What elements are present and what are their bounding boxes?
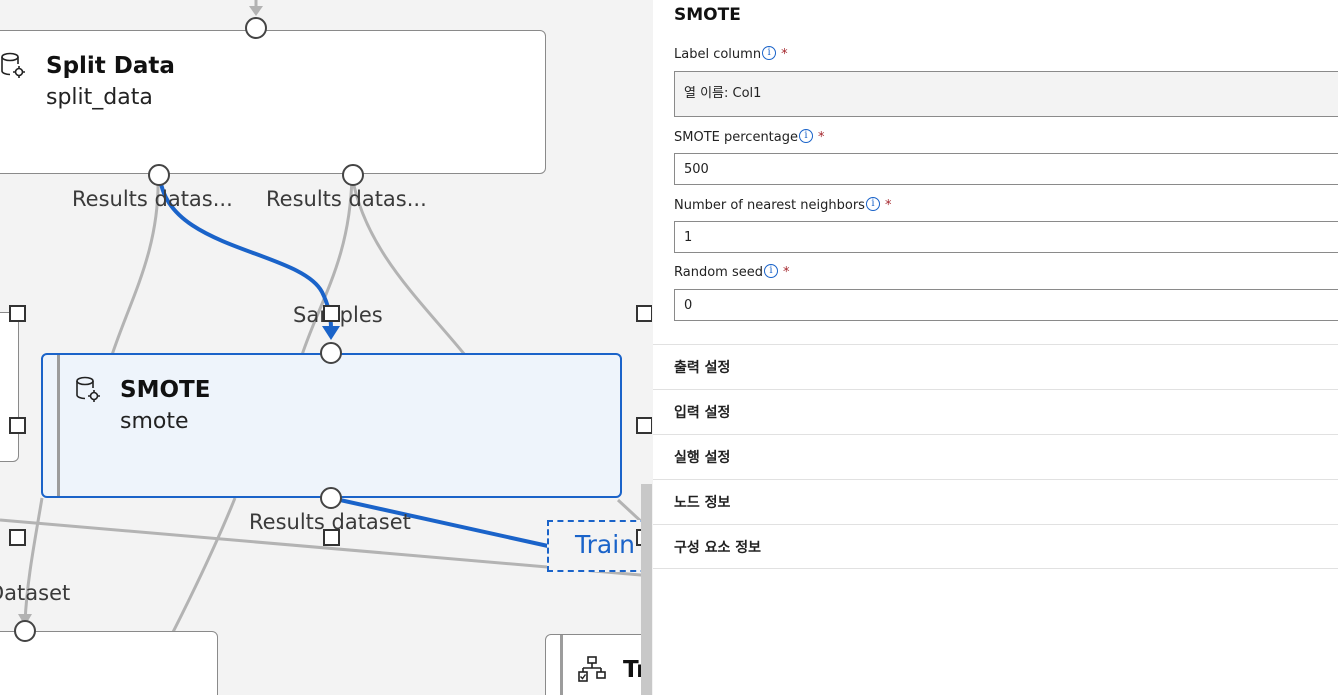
required-marker: * <box>781 47 788 62</box>
info-icon[interactable]: i <box>762 46 777 60</box>
required-marker: * <box>884 198 892 213</box>
required-marker: * <box>782 265 790 280</box>
output-port-1[interactable] <box>148 164 170 186</box>
smote-percentage-input[interactable] <box>674 153 1338 185</box>
field-label-text: Number of nearest neighbors <box>674 198 865 213</box>
node-title: Split Data <box>46 53 175 79</box>
port-handle[interactable] <box>323 305 340 322</box>
partial-node-bottom[interactable] <box>0 631 218 695</box>
output-port[interactable] <box>320 487 342 509</box>
smote-node[interactable]: SMOTE smote <box>41 353 622 498</box>
panel-title: SMOTE <box>674 5 741 25</box>
wire-arrow <box>249 6 263 16</box>
pipeline-canvas[interactable]: Split Data split_data Results datas... R… <box>0 0 652 695</box>
section-output-settings[interactable]: 출력 설정 <box>653 344 1338 389</box>
port-handle[interactable] <box>323 529 340 546</box>
port-handle[interactable] <box>9 305 26 322</box>
field-value: 열 이름: Col1 <box>684 86 762 101</box>
vertical-scrollbar[interactable] <box>641 484 652 695</box>
section-run-settings[interactable]: 실행 설정 <box>653 434 1338 479</box>
port-handle[interactable] <box>9 417 26 434</box>
field-label-text: SMOTE percentage <box>674 130 798 145</box>
selected-wire-arrow <box>322 326 340 340</box>
field-label-text: Random seed <box>674 265 763 280</box>
split-data-node[interactable]: Split Data split_data <box>0 30 546 174</box>
section-label: 실행 설정 <box>674 450 731 466</box>
section-label: 출력 설정 <box>674 360 731 376</box>
random-seed-input[interactable] <box>674 289 1338 321</box>
info-icon[interactable]: i <box>865 197 880 211</box>
random-seed-label: Random seed i * <box>674 264 789 280</box>
nearest-neighbors-label: Number of nearest neighbors i * <box>674 197 891 213</box>
section-input-settings[interactable]: 입력 설정 <box>653 389 1338 434</box>
input-port[interactable] <box>14 620 36 642</box>
label-column-field[interactable]: 열 이름: Col1 <box>674 71 1338 117</box>
input-port[interactable] <box>320 342 342 364</box>
section-label: 구성 요소 정보 <box>674 540 762 556</box>
node-title: SMOTE <box>120 377 211 403</box>
node-bar <box>57 355 60 496</box>
info-icon[interactable]: i <box>799 129 813 143</box>
node-name: split_data <box>46 85 153 110</box>
smote-percentage-label: SMOTE percentage i * <box>674 129 825 145</box>
node-name: smote <box>120 409 189 434</box>
required-marker: * <box>818 130 825 145</box>
database-gear-icon <box>1 52 25 78</box>
section-node-info[interactable]: 노드 정보 <box>653 479 1338 524</box>
hierarchy-icon <box>578 656 606 682</box>
port-handle[interactable] <box>636 417 652 434</box>
properties-panel: SMOTE Label column i * 열 이름: Col1 SMOTE pe… <box>653 0 1338 695</box>
port-label: Dataset <box>0 581 71 605</box>
port-label: Results datas... <box>266 187 427 211</box>
database-gear-icon <box>76 376 100 402</box>
label-column-label: Label column i * <box>674 46 788 62</box>
info-icon[interactable]: i <box>763 264 778 278</box>
nearest-neighbors-input[interactable] <box>674 221 1338 253</box>
field-label-text: Label column <box>674 47 762 62</box>
train-label: Train <box>575 530 635 559</box>
train-drop-target[interactable]: Train <box>547 520 652 572</box>
node-bar <box>560 635 563 695</box>
port-handle[interactable] <box>9 529 26 546</box>
output-port-2[interactable] <box>342 164 364 186</box>
section-component-info[interactable]: 구성 요소 정보 <box>653 524 1338 569</box>
port-label: Results datas... <box>72 187 233 211</box>
train-node-partial[interactable]: Tr <box>545 634 652 695</box>
input-port[interactable] <box>245 17 267 39</box>
port-handle[interactable] <box>636 305 652 322</box>
section-label: 입력 설정 <box>674 405 731 421</box>
section-label: 노드 정보 <box>674 495 731 511</box>
partial-node-left[interactable] <box>0 312 19 462</box>
